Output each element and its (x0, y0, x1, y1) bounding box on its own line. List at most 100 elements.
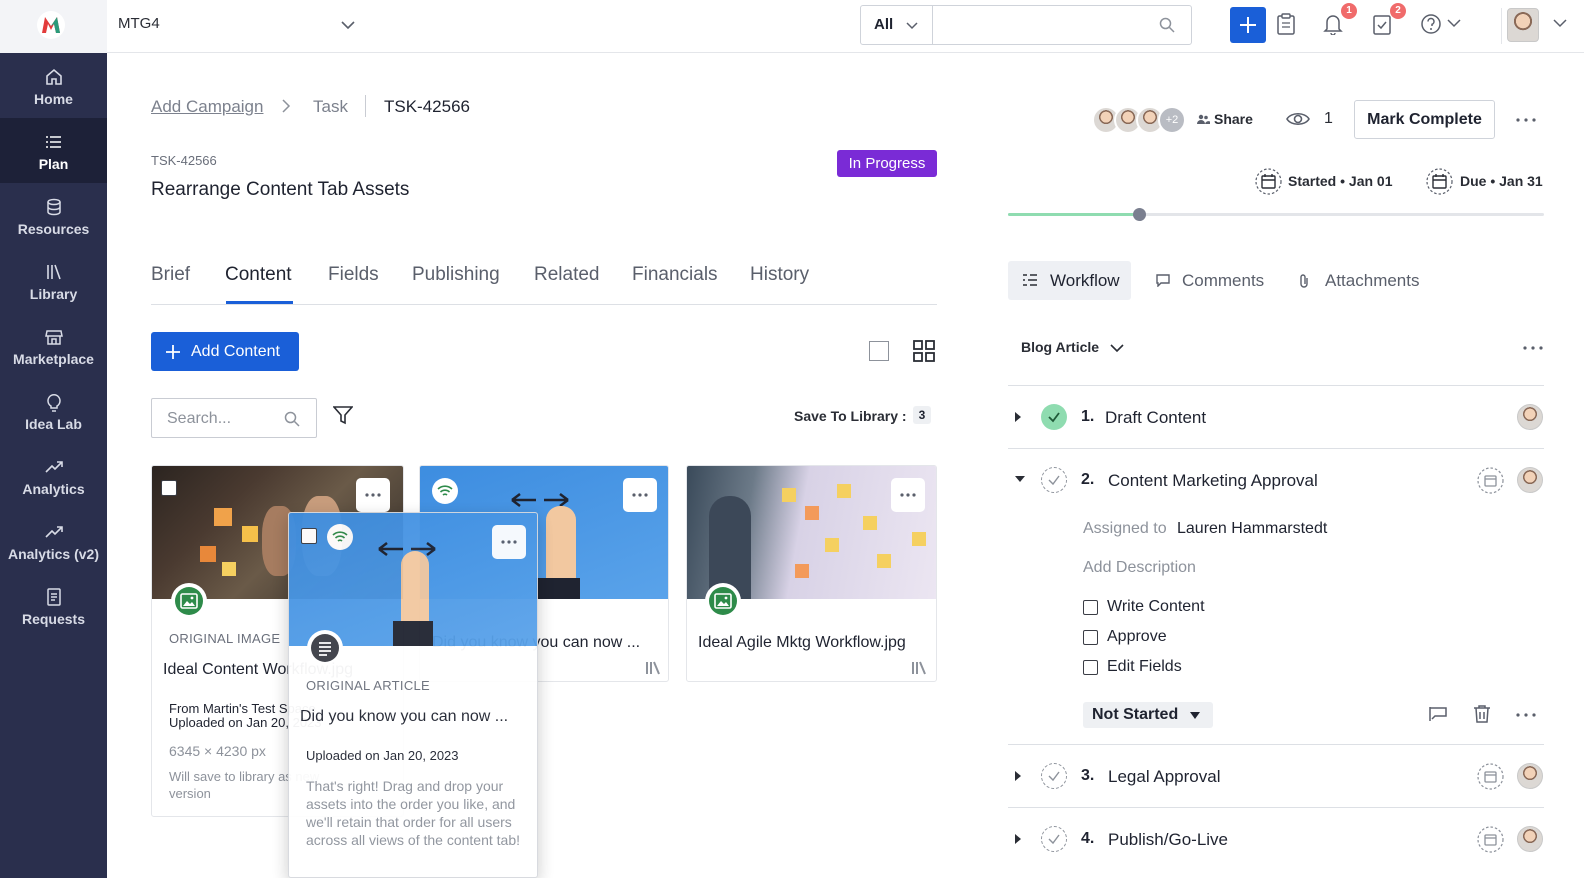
breadcrumb-campaign-link[interactable]: Add Campaign (151, 97, 263, 117)
sidebar-item-library[interactable]: Library (0, 248, 107, 313)
create-button[interactable] (1230, 7, 1266, 43)
card-more-button[interactable] (623, 478, 657, 512)
workspace-name[interactable]: MTG4 (118, 15, 160, 32)
step-title[interactable]: Legal Approval (1108, 767, 1220, 787)
tab-workflow[interactable]: Workflow (1008, 261, 1131, 300)
search-input[interactable] (935, 8, 1135, 42)
clipboard-icon[interactable] (1276, 13, 1296, 35)
more-horizontal-icon[interactable] (1523, 346, 1543, 350)
content-card[interactable]: Ideal Agile Mktg Workflow.jpg (686, 465, 937, 682)
search-scope-select[interactable]: All (861, 6, 933, 44)
tab-comments[interactable]: Comments (1150, 261, 1270, 300)
step-complete-check[interactable] (1041, 467, 1067, 493)
select-all-checkbox[interactable] (869, 341, 889, 361)
progress-knob[interactable] (1133, 208, 1147, 221)
checklist-checkbox[interactable] (1083, 600, 1098, 615)
tab-brief[interactable]: Brief (151, 264, 190, 286)
share-button[interactable]: Share (1214, 111, 1253, 127)
card-more-button[interactable] (356, 478, 390, 512)
workflow-template-select[interactable]: Blog Article (1021, 339, 1099, 355)
calendar-icon[interactable] (1426, 168, 1453, 195)
more-horizontal-icon[interactable] (1516, 118, 1536, 122)
sidebar-item-requests[interactable]: Requests (0, 573, 107, 638)
step-complete-check[interactable] (1041, 826, 1067, 852)
trash-icon[interactable] (1473, 704, 1491, 724)
tab-financials[interactable]: Financials (632, 264, 718, 286)
step-assignee-avatar[interactable] (1517, 826, 1543, 852)
sidebar-item-analytics-v2[interactable]: Analytics (v2) (0, 508, 107, 573)
caret-right-icon[interactable] (1014, 833, 1022, 845)
step-assignee-avatar[interactable] (1517, 467, 1543, 493)
save-to-library-label[interactable]: Save To Library : (794, 408, 907, 424)
assignee-facepile[interactable]: +2 (1092, 106, 1188, 134)
add-comment-icon[interactable] (1428, 705, 1448, 723)
workflow-step[interactable]: 3. Legal Approval (1008, 744, 1544, 807)
step-title[interactable]: Content Marketing Approval (1108, 471, 1318, 491)
calendar-icon[interactable] (1477, 467, 1504, 494)
search-icon[interactable] (1159, 17, 1175, 33)
eye-icon[interactable] (1286, 108, 1310, 130)
sidebar-item-resources[interactable]: Resources (0, 183, 107, 248)
caret-down-icon[interactable] (1014, 475, 1026, 483)
caret-right-icon[interactable] (1014, 411, 1022, 423)
people-icon[interactable] (1196, 113, 1210, 125)
calendar-icon[interactable] (1255, 168, 1282, 195)
tab-attachments[interactable]: Attachments (1296, 261, 1426, 300)
sidebar-item-idea-lab[interactable]: Idea Lab (0, 378, 107, 443)
card-more-button[interactable] (891, 478, 925, 512)
calendar-icon[interactable] (1477, 826, 1504, 853)
page-title[interactable]: Rearrange Content Tab Assets (151, 179, 409, 201)
progress-bar (1008, 208, 1544, 221)
more-horizontal-icon[interactable] (1516, 713, 1536, 717)
chevron-down-icon[interactable] (1552, 17, 1568, 31)
checklist-checkbox[interactable] (1083, 660, 1098, 675)
sidebar-item-home[interactable]: Home (0, 53, 107, 118)
step-complete-check[interactable] (1041, 763, 1067, 789)
step-status-dropdown[interactable]: Not Started (1083, 702, 1213, 728)
add-description-field[interactable]: Add Description (1083, 559, 1196, 577)
tab-related[interactable]: Related (534, 264, 600, 286)
filter-icon[interactable] (333, 405, 353, 425)
calendar-icon[interactable] (1477, 763, 1504, 790)
tab-publishing[interactable]: Publishing (412, 264, 500, 286)
help-icon[interactable] (1420, 13, 1442, 35)
content-search-input[interactable]: Search... (151, 398, 317, 438)
card-select-checkbox[interactable] (301, 528, 317, 544)
status-badge[interactable]: In Progress (837, 150, 937, 177)
mark-complete-button[interactable]: Mark Complete (1354, 100, 1495, 139)
step-title[interactable]: Publish/Go-Live (1108, 830, 1228, 850)
step-complete-check[interactable] (1041, 404, 1067, 430)
dragging-content-card[interactable]: ORIGINAL ARTICLE Did you know you can no… (288, 512, 538, 878)
app-logo[interactable] (0, 0, 107, 53)
user-avatar[interactable] (1507, 8, 1539, 42)
chevron-down-icon[interactable] (340, 17, 356, 33)
chevron-down-icon[interactable] (1446, 17, 1462, 31)
due-date[interactable]: Due • Jan 31 (1460, 173, 1543, 189)
add-content-button[interactable]: Add Content (151, 332, 299, 371)
step-title[interactable]: Draft Content (1105, 408, 1206, 428)
card-select-checkbox[interactable] (161, 480, 177, 496)
grid-view-icon[interactable] (913, 340, 935, 362)
sidebar-item-plan[interactable]: Plan (0, 118, 107, 183)
caret-right-icon[interactable] (1014, 770, 1022, 782)
task-check-icon[interactable] (1372, 13, 1392, 35)
start-date[interactable]: Started • Jan 01 (1288, 173, 1393, 189)
sidebar-item-marketplace[interactable]: Marketplace (0, 313, 107, 378)
breadcrumb-task[interactable]: Task (313, 97, 348, 117)
wifi-icon (327, 524, 353, 550)
checklist-checkbox[interactable] (1083, 630, 1098, 645)
tab-fields[interactable]: Fields (328, 264, 379, 286)
search-icon (284, 411, 300, 427)
workflow-step[interactable]: 2. Content Marketing Approval (1008, 448, 1544, 744)
sidebar-item-analytics[interactable]: Analytics (0, 443, 107, 508)
tab-content[interactable]: Content (225, 264, 292, 286)
step-assignee-avatar[interactable] (1517, 404, 1543, 430)
chevron-down-icon[interactable] (1109, 342, 1125, 354)
assignee-name[interactable]: Lauren Hammarstedt (1177, 520, 1327, 538)
step-assignee-avatar[interactable] (1517, 763, 1543, 789)
workflow-step[interactable]: 4. Publish/Go-Live (1008, 807, 1544, 878)
card-more-button[interactable] (492, 525, 526, 559)
workflow-step[interactable]: 1. Draft Content (1008, 385, 1544, 448)
bell-icon[interactable] (1323, 13, 1343, 35)
tab-history[interactable]: History (750, 264, 809, 286)
